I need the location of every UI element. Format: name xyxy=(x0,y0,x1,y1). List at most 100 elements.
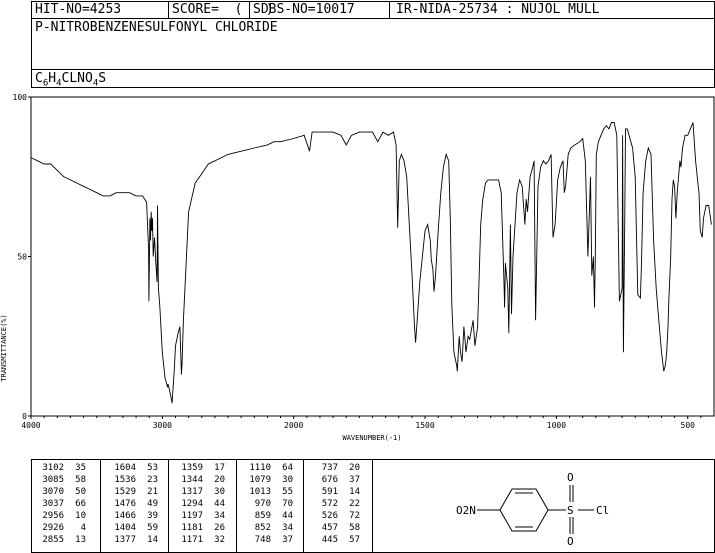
peak-wavenumber: 3037 xyxy=(42,499,64,509)
peak-wavenumber: 3102 xyxy=(42,463,64,473)
peak-transmittance: 66 xyxy=(75,499,86,509)
peak-wavenumber: 3070 xyxy=(42,487,64,497)
formula-part: C xyxy=(35,71,43,86)
nitro-group-label: O2N xyxy=(456,504,476,517)
x-axis-label: WAVENUMBER(-1) xyxy=(342,434,401,442)
compound-divider xyxy=(31,69,715,70)
peak-transmittance: 30 xyxy=(282,475,293,485)
peak-transmittance: 34 xyxy=(214,511,225,521)
peak-wavenumber: 859 xyxy=(254,511,271,521)
formula-part: H xyxy=(48,71,57,86)
peak-transmittance: 37 xyxy=(349,475,360,485)
peak-wavenumber: 1110 xyxy=(249,463,271,473)
peak-wavenumber: 2926 xyxy=(42,523,64,533)
x-tick-label: 2000 xyxy=(284,421,303,430)
formula-part: CLNO xyxy=(61,71,93,86)
chlorine-label: Cl xyxy=(596,504,609,517)
peak-wavenumber: 1377 xyxy=(114,535,136,545)
peak-transmittance: 4 xyxy=(80,523,86,533)
peak-transmittance: 49 xyxy=(147,499,158,509)
peak-transmittance: 53 xyxy=(147,463,158,473)
peak-transmittance: 30 xyxy=(214,487,225,497)
peak-transmittance: 20 xyxy=(349,463,360,473)
peak-transmittance: 35 xyxy=(75,463,86,473)
peak-transmittance: 59 xyxy=(147,523,158,533)
peak-wavenumber: 1079 xyxy=(249,475,271,485)
peak-wavenumber: 1344 xyxy=(181,475,203,485)
peak-transmittance: 50 xyxy=(75,487,86,497)
peak-transmittance: 14 xyxy=(147,535,158,545)
peak-transmittance: 57 xyxy=(349,535,360,545)
peak-wavenumber: 1294 xyxy=(181,499,203,509)
y-axis-label: TRANSMITTANCE(%) xyxy=(0,314,8,381)
peak-transmittance: 55 xyxy=(282,487,293,497)
peak-column-divider xyxy=(303,459,304,553)
peak-transmittance: 70 xyxy=(282,499,293,509)
y-tick-label: 0 xyxy=(22,412,27,421)
peak-transmittance: 22 xyxy=(349,499,360,509)
peak-transmittance: 26 xyxy=(214,523,225,533)
x-tick-label: 4000 xyxy=(21,421,40,430)
peak-transmittance: 39 xyxy=(147,511,158,521)
sdbs-no: SDBS-NO=10017 xyxy=(253,2,355,17)
oxygen-top-label: O xyxy=(567,471,574,484)
peak-wavenumber: 1404 xyxy=(114,523,136,533)
formula-part: S xyxy=(98,71,107,86)
peak-transmittance: 34 xyxy=(282,523,293,533)
peak-wavenumber: 1171 xyxy=(181,535,203,545)
peak-wavenumber: 970 xyxy=(254,499,271,509)
peak-wavenumber: 1013 xyxy=(249,487,271,497)
ir-nida: IR-NIDA-25734 : NUJOL MULL xyxy=(396,2,600,17)
peak-wavenumber: 737 xyxy=(321,463,338,473)
peak-transmittance: 37 xyxy=(282,535,293,545)
peak-wavenumber: 1317 xyxy=(181,487,203,497)
peak-wavenumber: 2855 xyxy=(42,535,64,545)
peak-column-divider xyxy=(236,459,237,553)
peak-wavenumber: 1529 xyxy=(114,487,136,497)
x-tick-label: 500 xyxy=(681,421,696,430)
peak-wavenumber: 445 xyxy=(321,535,338,545)
x-tick-label: 3000 xyxy=(153,421,172,430)
spectrum-line xyxy=(30,122,712,404)
peak-wavenumber: 591 xyxy=(321,487,338,497)
peak-wavenumber: 2956 xyxy=(42,511,64,521)
peak-wavenumber: 1536 xyxy=(114,475,136,485)
peak-transmittance: 44 xyxy=(214,499,225,509)
x-tick-label: 1000 xyxy=(547,421,566,430)
peak-transmittance: 44 xyxy=(282,511,293,521)
peak-transmittance: 58 xyxy=(75,475,86,485)
peak-transmittance: 17 xyxy=(214,463,225,473)
y-tick-label: 100 xyxy=(13,93,28,102)
peak-wavenumber: 457 xyxy=(321,523,338,533)
x-tick-label: 1500 xyxy=(415,421,434,430)
oxygen-bottom-label: O xyxy=(567,535,574,548)
peak-wavenumber: 572 xyxy=(321,499,338,509)
peak-wavenumber: 526 xyxy=(321,511,338,521)
peak-transmittance: 64 xyxy=(282,463,293,473)
peak-wavenumber: 1604 xyxy=(114,463,136,473)
peak-transmittance: 58 xyxy=(349,523,360,533)
peak-transmittance: 20 xyxy=(214,475,225,485)
peak-transmittance: 14 xyxy=(349,487,360,497)
peak-wavenumber: 748 xyxy=(254,535,271,545)
peak-wavenumber: 1181 xyxy=(181,523,203,533)
peak-transmittance: 13 xyxy=(75,535,86,545)
structure-diagram: O2N S O O Cl xyxy=(456,471,609,548)
peak-wavenumber: 1197 xyxy=(181,511,203,521)
y-tick-label: 50 xyxy=(17,253,27,262)
peak-wavenumber: 1466 xyxy=(114,511,136,521)
peak-transmittance: 72 xyxy=(349,511,360,521)
benzene-ring xyxy=(499,488,549,532)
plot-frame xyxy=(30,96,715,417)
compound-name: P-NITROBENZENESULFONYL CHLORIDE xyxy=(35,20,278,35)
peak-wavenumber: 1476 xyxy=(114,499,136,509)
peak-wavenumber: 1359 xyxy=(181,463,203,473)
peak-wavenumber: 676 xyxy=(321,475,338,485)
peak-transmittance: 21 xyxy=(147,487,158,497)
peak-wavenumber: 852 xyxy=(254,523,271,533)
peak-wavenumber: 3085 xyxy=(42,475,64,485)
peak-transmittance: 32 xyxy=(214,535,225,545)
hit-no: HIT-NO=4253 xyxy=(35,2,122,17)
peak-column-divider xyxy=(168,459,169,553)
peak-transmittance: 10 xyxy=(75,511,86,521)
